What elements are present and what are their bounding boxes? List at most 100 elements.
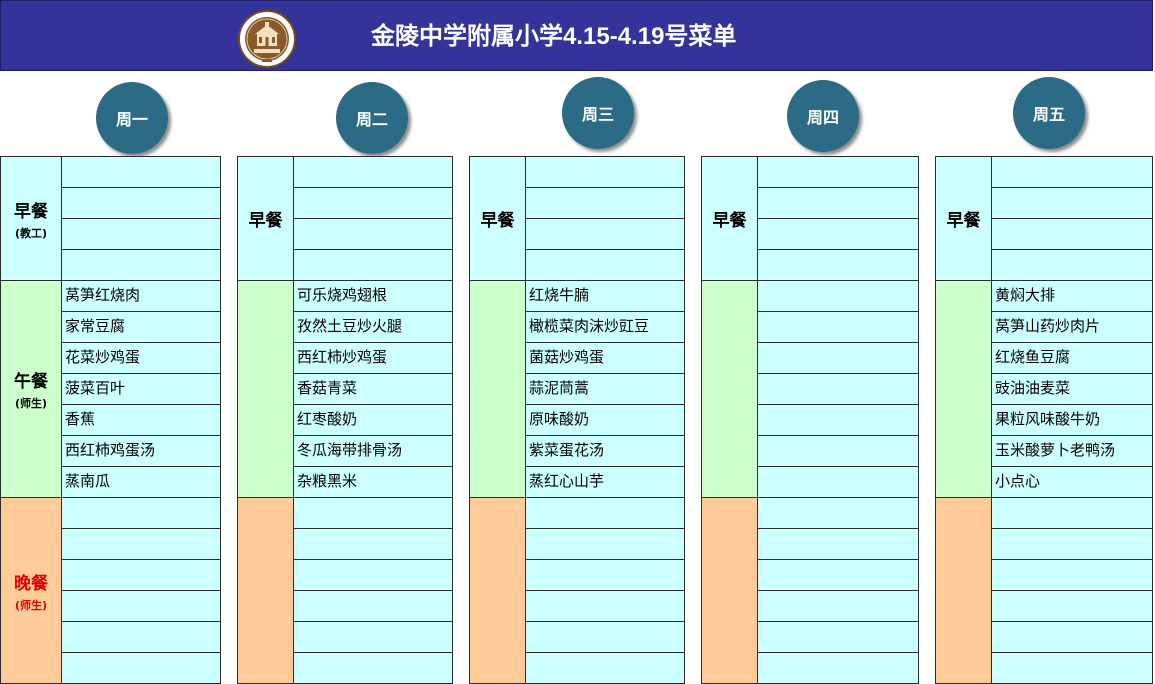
- dinner-item: [991, 528, 1153, 560]
- lunch-item: 红烧牛腩: [525, 280, 685, 312]
- dinner-item: [293, 590, 453, 622]
- meal-name: 早餐: [946, 211, 981, 231]
- meal-subtitle: (师生): [14, 598, 48, 612]
- breakfast-item: [525, 187, 685, 219]
- lunch-label-cell: 午餐 (师生): [0, 280, 62, 498]
- lunch-label-cell: [469, 280, 526, 498]
- meal-name: 晚餐: [14, 573, 48, 594]
- lunch-label-cell: [935, 280, 992, 498]
- lunch-item: 菠菜百叶: [61, 373, 221, 405]
- breakfast-item: [525, 218, 685, 250]
- dinner-item: [293, 559, 453, 591]
- lunch-item: 花菜炒鸡蛋: [61, 342, 221, 374]
- dinner-item: [61, 590, 221, 622]
- day-circle-4: 周四: [787, 80, 859, 152]
- dinner-item: [525, 590, 685, 622]
- dinner-item: [293, 621, 453, 653]
- breakfast-item: [61, 218, 221, 250]
- lunch-item: [757, 342, 919, 374]
- breakfast-item: [525, 249, 685, 281]
- lunch-item: 菌菇炒鸡蛋: [525, 342, 685, 374]
- lunch-item: 莴笋山药炒肉片: [991, 311, 1153, 343]
- lunch-item: 孜然土豆炒火腿: [293, 311, 453, 343]
- dinner-item: [525, 497, 685, 529]
- dinner-item: [757, 559, 919, 591]
- dinner-item: [293, 528, 453, 560]
- header-bar: 金陵中学附属小学4.15-4.19号菜单: [0, 0, 1153, 71]
- breakfast-item: [757, 156, 919, 188]
- lunch-item: [757, 435, 919, 467]
- day-circle-1: 周一: [96, 82, 168, 154]
- dinner-label-cell: [701, 497, 758, 684]
- lunch-label-cell: [701, 280, 758, 498]
- breakfast-item: [991, 187, 1153, 219]
- lunch-item: 紫菜蛋花汤: [525, 435, 685, 467]
- dinner-item: [991, 497, 1153, 529]
- dinner-item: [525, 621, 685, 653]
- lunch-item: 蒜泥茼蒿: [525, 373, 685, 405]
- lunch-item: [757, 311, 919, 343]
- meal-name: 早餐: [712, 211, 747, 231]
- breakfast-item: [757, 249, 919, 281]
- breakfast-item: [293, 218, 453, 250]
- dinner-item: [991, 621, 1153, 653]
- lunch-item: 豉油油麦菜: [991, 373, 1153, 405]
- day-circle-2: 周二: [336, 82, 408, 154]
- lunch-item: 杂粮黑米: [293, 466, 453, 498]
- lunch-item: 红枣酸奶: [293, 404, 453, 436]
- dinner-item: [991, 559, 1153, 591]
- breakfast-item: [757, 187, 919, 219]
- meal-name: 早餐: [480, 211, 515, 231]
- lunch-item: 香菇青菜: [293, 373, 453, 405]
- meal-name: 午餐: [14, 372, 48, 392]
- lunch-item: 玉米酸萝卜老鸭汤: [991, 435, 1153, 467]
- lunch-item: 果粒风味酸牛奶: [991, 404, 1153, 436]
- lunch-item: 西红柿鸡蛋汤: [61, 435, 221, 467]
- breakfast-label-cell: 早餐: [935, 156, 992, 281]
- dinner-label-cell: [935, 497, 992, 684]
- dinner-item: [757, 652, 919, 684]
- dinner-label-cell: [469, 497, 526, 684]
- breakfast-label-cell: 早餐: [701, 156, 758, 281]
- dinner-item: [293, 652, 453, 684]
- dinner-item: [61, 621, 221, 653]
- dinner-item: [525, 559, 685, 591]
- breakfast-item: [293, 249, 453, 281]
- lunch-item: 可乐烧鸡翅根: [293, 280, 453, 312]
- dinner-label-cell: [237, 497, 294, 684]
- dinner-item: [757, 528, 919, 560]
- day-circle-5: 周五: [1013, 77, 1085, 149]
- breakfast-label-cell: 早餐 (教工): [0, 156, 62, 281]
- lunch-item: 家常豆腐: [61, 311, 221, 343]
- dinner-label-cell: 晚餐 (师生): [0, 497, 62, 684]
- dinner-item: [991, 590, 1153, 622]
- meal-subtitle: (教工): [14, 226, 48, 240]
- lunch-item: 蒸南瓜: [61, 466, 221, 498]
- breakfast-item: [61, 156, 221, 188]
- lunch-item: 西红柿炒鸡蛋: [293, 342, 453, 374]
- breakfast-label-cell: 早餐: [237, 156, 294, 281]
- dinner-item: [757, 621, 919, 653]
- breakfast-item: [61, 187, 221, 219]
- dinner-item: [525, 652, 685, 684]
- breakfast-label-cell: 早餐: [469, 156, 526, 281]
- lunch-item: [757, 404, 919, 436]
- dinner-item: [991, 652, 1153, 684]
- dinner-item: [61, 652, 221, 684]
- meal-name: 早餐: [248, 211, 283, 231]
- breakfast-item: [991, 218, 1153, 250]
- breakfast-item: [293, 187, 453, 219]
- breakfast-item: [991, 156, 1153, 188]
- lunch-label-cell: [237, 280, 294, 498]
- school-logo-icon: [238, 10, 296, 68]
- lunch-item: 冬瓜海带排骨汤: [293, 435, 453, 467]
- breakfast-item: [293, 156, 453, 188]
- dinner-item: [525, 528, 685, 560]
- lunch-item: 小点心: [991, 466, 1153, 498]
- breakfast-item: [991, 249, 1153, 281]
- lunch-item: 原味酸奶: [525, 404, 685, 436]
- lunch-item: 香蕉: [61, 404, 221, 436]
- lunch-item: 蒸红心山芋: [525, 466, 685, 498]
- lunch-item: [757, 280, 919, 312]
- breakfast-item: [525, 156, 685, 188]
